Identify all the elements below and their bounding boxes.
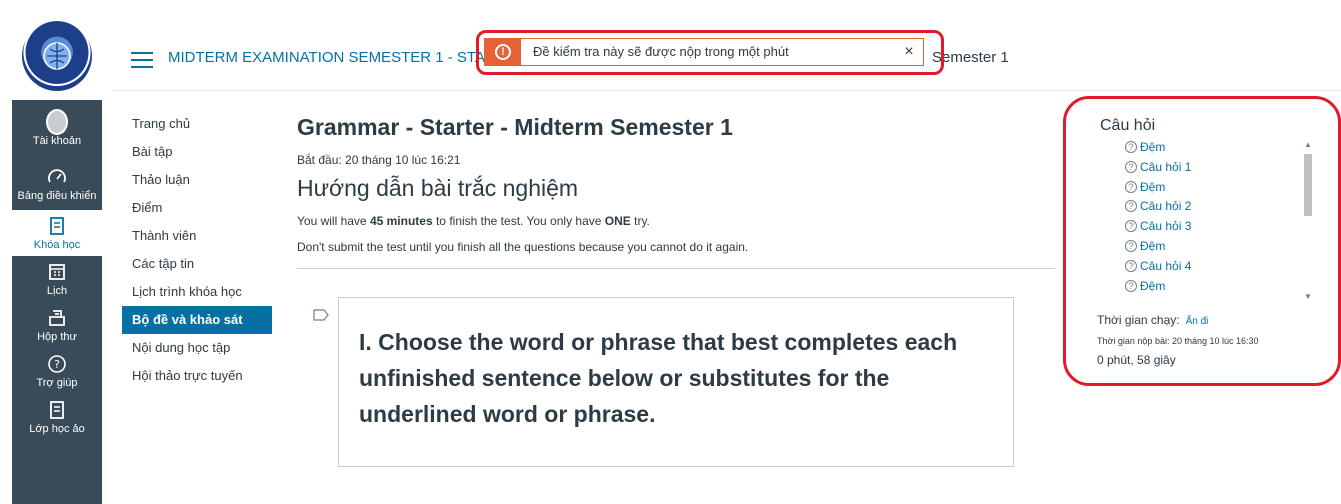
nav-account-label: Tài khoản	[32, 134, 82, 147]
svg-text:?: ?	[54, 358, 60, 371]
course-nav-modules[interactable]: Nội dung học tập	[122, 334, 272, 362]
header-divider	[112, 90, 1341, 91]
nav-courses-label: Khóa học	[33, 238, 81, 251]
school-logo[interactable]	[12, 12, 102, 100]
courses-icon	[46, 215, 68, 237]
course-nav-assignments[interactable]: Bài tập	[122, 138, 272, 166]
course-nav-grades[interactable]: Điểm	[122, 194, 272, 222]
highlight-questions-outline	[1063, 96, 1341, 386]
nav-courses[interactable]: Khóa học	[12, 210, 102, 256]
nav-virtual-class[interactable]: Lớp học ảo	[12, 394, 102, 440]
nav-calendar-label: Lịch	[46, 284, 68, 297]
calendar-icon	[46, 261, 68, 283]
flag-question-icon[interactable]	[313, 308, 329, 321]
nav-help-label: Trợ giúp	[36, 376, 78, 389]
course-nav-quizzes[interactable]: Bộ đề và khảo sát	[122, 306, 272, 334]
virtual-class-icon	[46, 399, 68, 421]
highlight-alert-outline	[476, 30, 944, 75]
breadcrumb-course-title[interactable]: MIDTERM EXAMINATION SEMESTER 1 - STA	[168, 49, 485, 66]
school-seal	[22, 21, 92, 91]
nav-inbox[interactable]: Hộp thư	[12, 302, 102, 348]
nav-virtual-class-label: Lớp học ảo	[29, 422, 85, 435]
course-nav-conferences[interactable]: Hội thảo trực tuyến	[122, 362, 272, 390]
instructions-title: Hướng dẫn bài trắc nghiệm	[297, 175, 579, 201]
menu-toggle-icon[interactable]	[131, 52, 153, 68]
inbox-icon	[46, 307, 68, 329]
help-icon: ?	[46, 353, 68, 375]
instructions-line-2: Don't submit the test until you finish a…	[297, 240, 749, 254]
course-nav: Trang chủ Bài tập Thảo luận Điểm Thành v…	[122, 110, 272, 390]
course-nav-people[interactable]: Thành viên	[122, 222, 272, 250]
question-box: I. Choose the word or phrase that best c…	[338, 297, 1014, 467]
nav-dashboard-label: Bảng điều khiển	[17, 189, 97, 202]
nav-inbox-label: Hộp thư	[37, 330, 77, 343]
quiz-title: Grammar - Starter - Midterm Semester 1	[297, 114, 733, 140]
nav-calendar[interactable]: Lịch	[12, 256, 102, 302]
global-nav: Tài khoản Bảng điều khiển Khóa học Lịch …	[12, 12, 102, 504]
account-avatar-icon	[46, 108, 68, 135]
quiz-content: Grammar - Starter - Midterm Semester 1 B…	[297, 110, 1057, 269]
content-divider	[297, 268, 1055, 269]
app-root: Tài khoản Bảng điều khiển Khóa học Lịch …	[0, 0, 1341, 504]
course-nav-home[interactable]: Trang chủ	[122, 110, 272, 138]
nav-help[interactable]: ? Trợ giúp	[12, 348, 102, 394]
course-nav-files[interactable]: Các tập tin	[122, 250, 272, 278]
question-text: I. Choose the word or phrase that best c…	[359, 329, 958, 427]
course-nav-syllabus[interactable]: Lịch trình khóa học	[122, 278, 272, 306]
quiz-start-time: Bắt đầu: 20 tháng 10 lúc 16:21	[297, 153, 461, 167]
dashboard-icon	[46, 166, 68, 188]
nav-dashboard[interactable]: Bảng điều khiển	[12, 158, 102, 210]
instructions-line-1: You will have 45 minutes to finish the t…	[297, 214, 650, 228]
nav-account[interactable]: Tài khoản	[12, 100, 102, 158]
course-nav-discussions[interactable]: Thảo luận	[122, 166, 272, 194]
